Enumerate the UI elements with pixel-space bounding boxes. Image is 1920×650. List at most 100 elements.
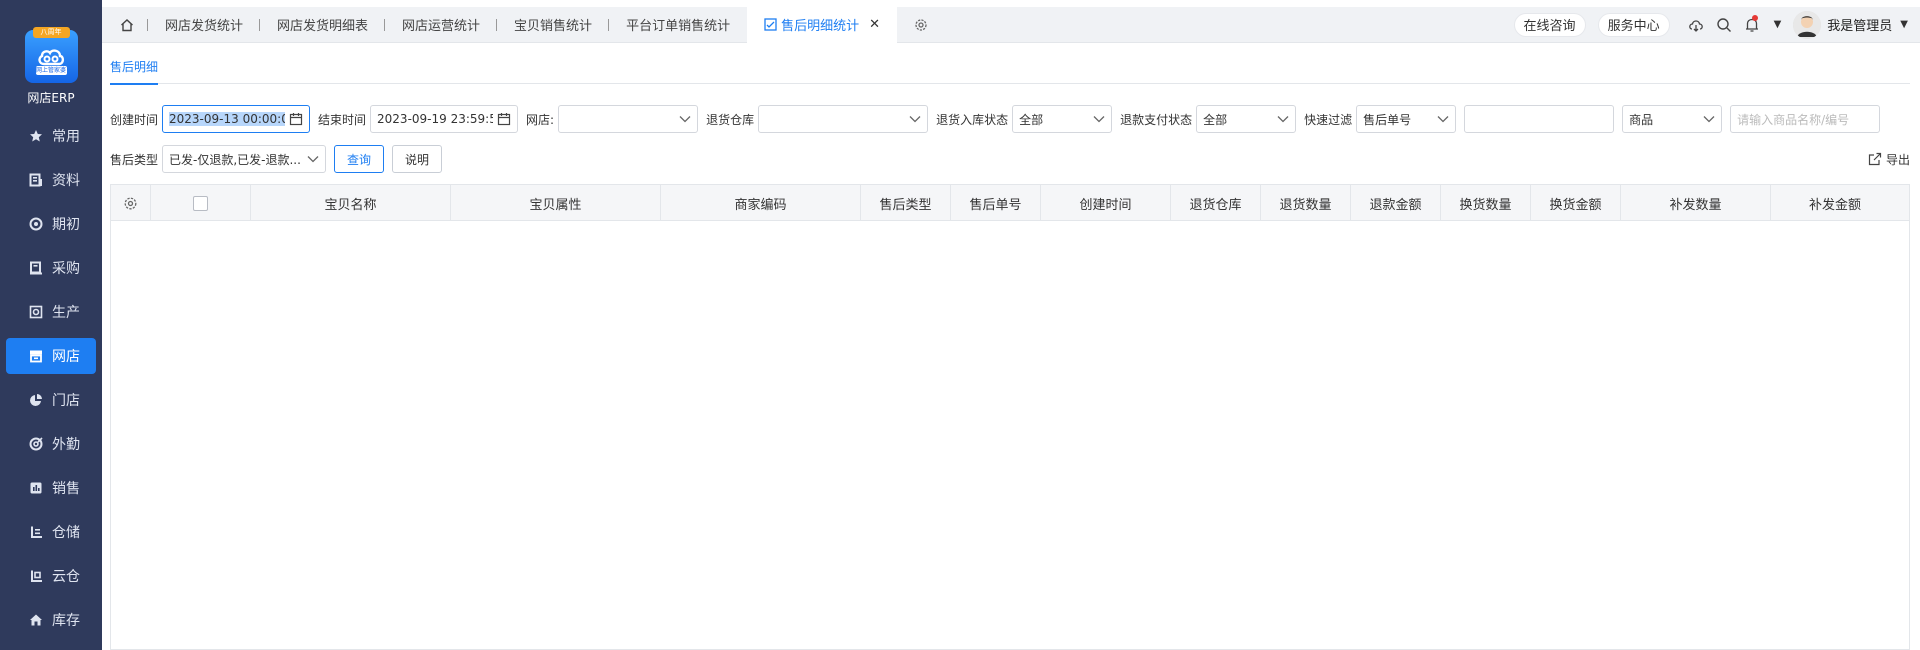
aftersale-type-select[interactable]: 已发-仅退款,已发-退款... bbox=[162, 145, 327, 173]
refund-pay-status-select[interactable]: 全部 bbox=[1196, 105, 1297, 133]
tab-settings[interactable] bbox=[897, 7, 945, 43]
tab-shop-shipping-stats[interactable]: 网店发货统计 bbox=[148, 7, 261, 43]
return-in-status-value: 全部 bbox=[1019, 112, 1044, 127]
chevron-down-icon[interactable]: ▼ bbox=[1774, 19, 1782, 30]
sidebar-item-data[interactable]: 资料 bbox=[6, 162, 96, 198]
quick-filter-input[interactable] bbox=[1464, 105, 1615, 133]
column-header[interactable]: 补发数量 bbox=[1621, 185, 1771, 221]
column-header[interactable]: 宝贝名称 bbox=[251, 185, 451, 221]
create-time-field[interactable]: 2023-09-13 00:00:00 bbox=[162, 105, 311, 133]
home-icon bbox=[121, 18, 133, 31]
refund-pay-status-value: 全部 bbox=[1203, 112, 1228, 127]
column-header[interactable]: 宝贝属性 bbox=[451, 185, 661, 221]
return-warehouse-select[interactable] bbox=[758, 105, 929, 133]
logo-area: 八周年 网上管家婆 网店ERP bbox=[0, 0, 102, 106]
sidebar-item-field[interactable]: 外勤 bbox=[6, 426, 96, 462]
gear-icon bbox=[915, 18, 927, 31]
close-icon[interactable]: ✕ bbox=[869, 17, 880, 32]
sidebar: 八周年 网上管家婆 网店ERP 常用 资料 期初 采购 生产 网店 门店 外勤 … bbox=[0, 0, 102, 650]
export-button[interactable]: 导出 bbox=[1868, 151, 1910, 168]
column-header[interactable]: 商家编码 bbox=[661, 185, 861, 221]
explain-button[interactable]: 说明 bbox=[392, 145, 443, 173]
create-time-label: 创建时间 bbox=[110, 112, 159, 127]
column-header[interactable]: 退货数量 bbox=[1261, 185, 1351, 221]
sidebar-item-purchase[interactable]: 采购 bbox=[6, 250, 96, 286]
sidebar-item-shop[interactable]: 网店 bbox=[6, 338, 96, 374]
tab-item-sales-stats[interactable]: 宝贝销售统计 bbox=[497, 7, 610, 43]
aftersale-type-label: 售后类型 bbox=[110, 152, 159, 167]
tab-aftersale-detail-stats[interactable]: 售后明细统计 ✕ bbox=[747, 6, 897, 43]
sidebar-item-label: 门店 bbox=[52, 393, 80, 409]
tab-home[interactable] bbox=[102, 7, 148, 43]
product-search-placeholder: 请输入商品名称/编号 bbox=[1737, 112, 1850, 127]
cloud-warehouse-icon bbox=[28, 568, 44, 584]
tab-platform-order-sales-stats[interactable]: 平台订单销售统计 bbox=[609, 7, 747, 43]
logo-ribbon: 八周年 bbox=[32, 27, 70, 38]
username[interactable]: 我是管理员 bbox=[1827, 15, 1892, 34]
online-consult-button[interactable]: 在线咨询 bbox=[1513, 12, 1586, 37]
search-icon[interactable] bbox=[1710, 11, 1738, 39]
chevron-down-icon bbox=[909, 115, 921, 123]
product-type-select[interactable]: 商品 bbox=[1622, 105, 1723, 133]
column-header[interactable]: 售后单号 bbox=[951, 185, 1041, 221]
chevron-down-icon bbox=[1093, 115, 1105, 123]
column-settings[interactable] bbox=[111, 185, 151, 221]
chevron-down-icon bbox=[1277, 115, 1289, 123]
shop-select[interactable] bbox=[558, 105, 699, 133]
sidebar-item-cloud-warehouse[interactable]: 云仓 bbox=[6, 558, 96, 594]
table-header: 宝贝名称 宝贝属性 商家编码 售后类型 售后单号 创建时间 退货仓库 退货数量 … bbox=[111, 185, 1909, 221]
sidebar-item-common[interactable]: 常用 bbox=[6, 118, 96, 154]
return-in-status-select[interactable]: 全部 bbox=[1012, 105, 1113, 133]
quick-filter-label: 快速过滤 bbox=[1304, 112, 1353, 127]
shop-label: 网店: bbox=[526, 112, 555, 127]
refund-pay-status-label: 退款支付状态 bbox=[1120, 112, 1193, 127]
sidebar-item-label: 网店 bbox=[52, 349, 80, 365]
bell-icon[interactable] bbox=[1738, 11, 1766, 39]
store-icon bbox=[28, 348, 44, 364]
sidebar-item-label: 销售 bbox=[52, 481, 80, 497]
chevron-down-icon bbox=[307, 155, 319, 163]
product-search-input[interactable]: 请输入商品名称/编号 bbox=[1730, 105, 1881, 133]
report-icon bbox=[764, 18, 777, 31]
filter-panel: 创建时间 2023-09-13 00:00:00 结束时间 2023-09-19… bbox=[110, 104, 1910, 174]
topbar-right: 在线咨询 服务中心 ▼ 我是管理员 ▼ bbox=[1513, 10, 1920, 39]
logo-text: 网店ERP bbox=[27, 91, 75, 105]
product-type-value: 商品 bbox=[1629, 112, 1654, 127]
cloud-download-icon[interactable] bbox=[1682, 11, 1710, 39]
column-header[interactable]: 补发金额 bbox=[1771, 185, 1899, 221]
end-time-label: 结束时间 bbox=[318, 112, 367, 127]
chevron-down-icon[interactable]: ▼ bbox=[1900, 19, 1908, 30]
sidebar-item-sales[interactable]: 销售 bbox=[6, 470, 96, 506]
subtab-aftersale-detail[interactable]: 售后明细 bbox=[110, 58, 159, 85]
end-time-field[interactable]: 2023-09-19 23:59:59 bbox=[370, 105, 519, 133]
tab-label: 售后明细统计 bbox=[781, 19, 860, 34]
export-icon bbox=[1868, 152, 1882, 166]
app-logo[interactable]: 八周年 网上管家婆 bbox=[24, 27, 78, 83]
chevron-down-icon bbox=[1703, 115, 1715, 123]
sub-tab-bar: 售后明细 bbox=[110, 44, 1910, 85]
sidebar-item-warehouse[interactable]: 仓储 bbox=[6, 514, 96, 550]
sidebar-item-label: 常用 bbox=[52, 129, 80, 145]
select-all-checkbox[interactable] bbox=[193, 195, 208, 211]
column-header[interactable]: 创建时间 bbox=[1041, 185, 1171, 221]
column-header[interactable]: 换货数量 bbox=[1441, 185, 1531, 221]
service-center-button[interactable]: 服务中心 bbox=[1597, 12, 1670, 37]
sidebar-item-initial[interactable]: 期初 bbox=[6, 206, 96, 242]
filter-row-2: 售后类型 已发-仅退款,已发-退款... 查询 说明 导出 bbox=[110, 144, 1910, 174]
tab-shop-shipping-details[interactable]: 网店发货明细表 bbox=[260, 7, 386, 43]
column-header[interactable]: 换货金额 bbox=[1531, 185, 1621, 221]
quick-filter-select[interactable]: 售后单号 bbox=[1356, 105, 1457, 133]
sidebar-item-inventory[interactable]: 库存 bbox=[6, 602, 96, 638]
star-icon bbox=[28, 128, 44, 144]
column-header[interactable]: 退款金额 bbox=[1351, 185, 1441, 221]
calendar-icon[interactable] bbox=[497, 112, 511, 126]
calendar-icon[interactable] bbox=[289, 112, 303, 126]
avatar[interactable] bbox=[1793, 10, 1822, 39]
sidebar-item-production[interactable]: 生产 bbox=[6, 294, 96, 330]
column-header[interactable]: 售后类型 bbox=[861, 185, 951, 221]
sidebar-item-store[interactable]: 门店 bbox=[6, 382, 96, 418]
query-button[interactable]: 查询 bbox=[334, 145, 385, 173]
column-header[interactable]: 退货仓库 bbox=[1171, 185, 1261, 221]
tab-shop-operation-stats[interactable]: 网店运营统计 bbox=[385, 7, 498, 43]
cloud-logo-icon bbox=[38, 48, 65, 65]
